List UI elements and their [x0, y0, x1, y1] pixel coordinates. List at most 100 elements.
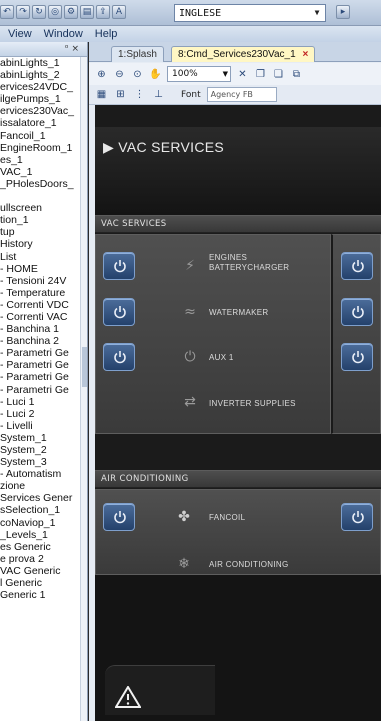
snap-icon[interactable]: ⊥	[152, 88, 165, 101]
tree-item[interactable]: - Livelli	[0, 420, 87, 432]
power-button-fancoil[interactable]	[103, 503, 135, 531]
tree-item[interactable]: es Generic	[0, 541, 87, 553]
tree-item[interactable]: - Luci 1	[0, 396, 87, 408]
tree-item[interactable]: History	[0, 238, 87, 250]
close-tab-icon[interactable]: ×	[302, 49, 308, 60]
tree-item[interactable]: System_3	[0, 456, 87, 468]
copy-icon[interactable]: ❐	[254, 68, 267, 81]
language-select[interactable]: INGLESE ▼	[174, 4, 326, 22]
tree-item[interactable]: - Parametri Ge	[0, 371, 87, 383]
tree-item[interactable]: VAC_1	[0, 166, 87, 178]
tree-item[interactable]: sSelection_1	[0, 504, 87, 516]
tree-item[interactable]	[0, 190, 87, 202]
warning-panel[interactable]	[105, 665, 215, 715]
power-button-right-1[interactable]	[341, 252, 373, 280]
top-toolbar: ↶ ↷ ↻ ◎ ⚙ ▤ ⇪ A INGLESE ▼ ▸	[0, 0, 381, 26]
tree-item[interactable]: _PHolesDoors_	[0, 178, 87, 190]
row-label-fancoil: FANCOIL	[209, 513, 246, 522]
tree-item[interactable]: tion_1	[0, 214, 87, 226]
grid-icon[interactable]: ▦	[95, 88, 108, 101]
tree-item[interactable]: - Parametri Ge	[0, 347, 87, 359]
tree-item[interactable]: - Automatism	[0, 468, 87, 480]
tree-item[interactable]: EngineRoom_1	[0, 142, 87, 154]
tree-item[interactable]: abinLights_1	[0, 57, 87, 69]
power-button-engines-batterycharger[interactable]	[103, 252, 135, 280]
distribute-icon[interactable]: ⋮	[133, 88, 146, 101]
duplicate-icon[interactable]: ⧉	[290, 68, 303, 81]
align-icon[interactable]: ⊞	[114, 88, 127, 101]
tree-scrollbar[interactable]	[80, 57, 87, 721]
close-icon[interactable]: ×	[71, 44, 79, 54]
power-button-watermaker[interactable]	[103, 298, 135, 326]
tree-item[interactable]: zione	[0, 480, 87, 492]
air-conditioning-icon: ❄	[178, 556, 190, 572]
section-air-conditioning: AIR CONDITIONING	[95, 470, 381, 488]
redo-icon[interactable]: ↷	[16, 5, 30, 19]
tree-item[interactable]: - Luci 2	[0, 408, 87, 420]
font-input[interactable]: Agency FB	[206, 87, 277, 102]
tree-item[interactable]: e prova 2	[0, 553, 87, 565]
tree-item[interactable]: coNaviop_1	[0, 517, 87, 529]
tree-item[interactable]: - Banchina 1	[0, 323, 87, 335]
paste-icon[interactable]: ❏	[272, 68, 285, 81]
zoom-out-icon[interactable]: ⊖	[113, 68, 126, 81]
tab-splash[interactable]: 1:Splash	[111, 46, 164, 62]
zoom-select[interactable]: 100% ▼	[167, 66, 231, 82]
tree-item[interactable]: - Correnti VDC	[0, 299, 87, 311]
tree-item[interactable]: List	[0, 251, 87, 263]
tree-item[interactable]: Generic 1	[0, 589, 87, 601]
tree-item[interactable]: ilgePumps_1	[0, 93, 87, 105]
tree-item[interactable]: issalatore_1	[0, 117, 87, 129]
tree-item[interactable]: abinLights_2	[0, 69, 87, 81]
pin-icon[interactable]: ᵒ	[65, 44, 69, 54]
zoom-fit-icon[interactable]: ⊙	[131, 68, 144, 81]
tree-item[interactable]: Fancoil_1	[0, 130, 87, 142]
menu-help[interactable]: Help	[95, 28, 118, 40]
globe-icon[interactable]: ◎	[48, 5, 62, 19]
tree-item[interactable]: System_2	[0, 444, 87, 456]
power-button-right-fancoil[interactable]	[341, 503, 373, 531]
tree-item[interactable]: - Parametri Ge	[0, 384, 87, 396]
power-icon	[114, 260, 126, 273]
tree-item[interactable]: _Levels_1	[0, 529, 87, 541]
tree-item[interactable]: ervices24VDC_	[0, 81, 87, 93]
tree-item[interactable]: - Banchina 2	[0, 335, 87, 347]
format-toolbar: ▦ ⊞ ⋮ ⊥ Font Agency FB	[89, 85, 381, 105]
delete-icon[interactable]: ✕	[236, 68, 249, 81]
power-button-right-2[interactable]	[341, 298, 373, 326]
tree-item[interactable]: - Tensioni 24V	[0, 275, 87, 287]
tab-cmd-services[interactable]: 8:Cmd_Services230Vac_1 ×	[171, 46, 316, 62]
tree-item[interactable]: - Correnti VAC	[0, 311, 87, 323]
tree-item[interactable]: System_1	[0, 432, 87, 444]
tree-item[interactable]: tup	[0, 226, 87, 238]
power-icon	[352, 351, 364, 364]
refresh-icon[interactable]: ↻	[32, 5, 46, 19]
scrollbar-thumb[interactable]	[82, 347, 87, 387]
power-icon	[114, 351, 126, 364]
tree-item[interactable]: VAC Generic	[0, 565, 87, 577]
settings-icon[interactable]: ⚙	[64, 5, 78, 19]
tree-item[interactable]: - Parametri Ge	[0, 359, 87, 371]
tree-item[interactable]: ullscreen	[0, 202, 87, 214]
language-icon[interactable]: A	[112, 5, 126, 19]
undo-icon[interactable]: ↶	[0, 5, 14, 19]
tree-item[interactable]: ervices230Vac_	[0, 105, 87, 117]
tree-item[interactable]: - HOME	[0, 263, 87, 275]
tree-item[interactable]: Services Gener	[0, 492, 87, 504]
layout-icon[interactable]: ▤	[80, 5, 94, 19]
power-button-aux1[interactable]	[103, 343, 135, 371]
tree-item[interactable]: l Generic	[0, 577, 87, 589]
power-button-right-3[interactable]	[341, 343, 373, 371]
aux-power-icon: ⏻	[184, 349, 196, 365]
toolbar-extra-icon[interactable]: ▸	[336, 5, 350, 19]
export-icon[interactable]: ⇪	[96, 5, 110, 19]
tree-item[interactable]: - Temperature	[0, 287, 87, 299]
row-label-engines: ENGINES BATTERYCHARGER	[209, 253, 289, 273]
menu-window[interactable]: Window	[44, 28, 83, 40]
zoom-in-icon[interactable]: ⊕	[95, 68, 108, 81]
page-header: ▶ VAC SERVICES	[95, 127, 381, 215]
menu-view[interactable]: View	[8, 28, 32, 40]
pan-hand-icon[interactable]: ✋	[149, 68, 162, 81]
zoom-toolbar: ⊕ ⊖ ⊙ ✋ 100% ▼ ✕ ❐ ❏ ⧉	[89, 63, 381, 85]
tree-item[interactable]: es_1	[0, 154, 87, 166]
